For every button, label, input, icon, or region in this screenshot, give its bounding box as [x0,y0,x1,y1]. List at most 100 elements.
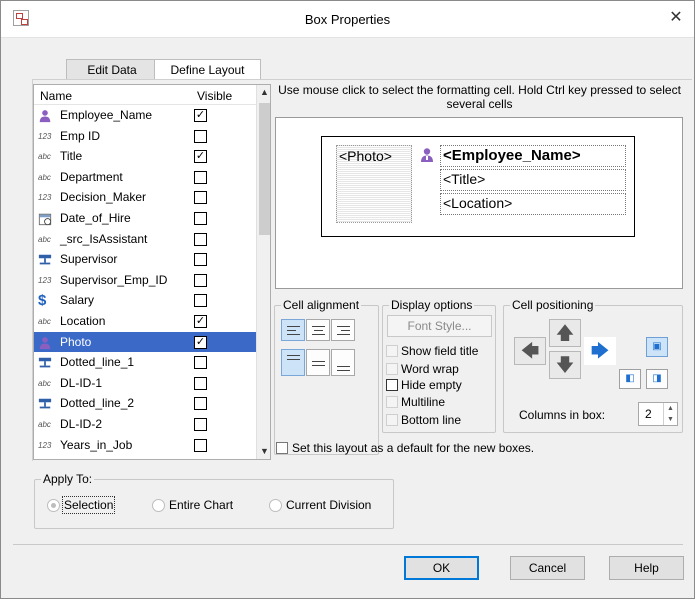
visible-checkbox[interactable] [194,191,207,205]
column-header-name[interactable]: Name [40,89,72,103]
visible-checkbox[interactable] [194,170,207,184]
columns-in-box-label: Columns in box: [519,408,606,422]
employee-name-cell[interactable]: <Employee_Name> [440,145,626,167]
text-type-icon: abc [38,419,51,429]
field-name: DL-ID-1 [60,375,103,390]
align-center-icon[interactable] [306,319,330,341]
field-row[interactable]: Dotted_line_2 [34,393,256,414]
scroll-down-icon[interactable]: ▼ [257,444,270,459]
field-row[interactable]: abc Department [34,167,256,188]
span-cell-icon[interactable]: ▣ [646,337,668,357]
visible-checkbox[interactable] [194,356,207,370]
field-row[interactable]: Employee_Name ✓ [34,105,256,126]
text-type-icon: abc [38,378,51,388]
text-type-icon: abc [38,234,51,244]
visible-checkbox[interactable]: ✓ [194,314,207,328]
field-row[interactable]: abc DL-ID-1 [34,373,256,394]
cancel-button[interactable]: Cancel [510,556,585,580]
move-left-arrow-icon[interactable]: 🡄 [514,337,546,365]
title-cell[interactable]: <Title> [440,169,626,191]
apply-to-title: Apply To: [41,472,95,486]
field-list-scrollbar[interactable]: ▲ ▼ [256,85,270,459]
spinner-arrows-icon[interactable]: ▲ ▼ [663,403,677,425]
org-link-icon [38,356,56,369]
cell-alignment-title: Cell alignment [281,298,362,312]
visible-checkbox[interactable] [194,129,207,143]
location-cell[interactable]: <Location> [440,193,626,215]
radio-current-division-label: Current Division [286,498,372,512]
field-name: Title [60,149,83,164]
checkbox-icon [386,345,398,357]
box-layout: <Photo> <Employee_Name> <Title> <Locatio… [321,136,635,237]
field-name: Decision_Maker [60,190,147,205]
radio-icon [269,499,282,512]
align-right-icon[interactable] [331,319,355,341]
visible-checkbox[interactable] [194,376,207,390]
close-icon[interactable]: ✕ [668,9,684,27]
field-name: Dotted_line_2 [60,396,135,411]
visible-checkbox[interactable] [194,211,207,225]
number-type-icon: 123 [38,131,52,141]
visible-checkbox[interactable]: ✓ [194,109,207,122]
cell-right-layout-icon[interactable]: ◨ [646,369,668,389]
font-style-button[interactable]: Font Style... [387,315,492,337]
columns-value: 2 [645,407,652,421]
box-properties-dialog: Box Properties ✕ Edit Data Define Layout… [0,0,695,599]
field-row[interactable]: Photo ✓ [34,331,256,353]
layout-preview: <Photo> <Employee_Name> <Title> <Locatio… [275,117,683,289]
field-row[interactable]: 123 Supervisor_Emp_ID [34,270,256,291]
visible-checkbox[interactable] [194,438,207,452]
field-row[interactable]: 123 Years_in_Job [34,435,256,456]
tab-define-layout[interactable]: Define Layout [154,59,261,80]
tab-edit-data[interactable]: Edit Data [66,59,158,80]
valign-middle-icon[interactable] [306,349,330,376]
visible-checkbox[interactable]: ✓ [194,335,207,349]
visible-checkbox[interactable] [194,232,207,246]
field-row[interactable]: abc DL-ID-2 [34,414,256,435]
photo-cell[interactable]: <Photo> [336,145,412,223]
title-bar: Box Properties ✕ [1,1,694,38]
org-link-icon [38,253,56,266]
columns-in-box-stepper[interactable]: 2 ▲ ▼ [638,402,678,426]
move-down-arrow-icon[interactable]: 🡇 [549,351,581,379]
field-row[interactable]: Date_of_Hire [34,208,256,229]
field-row[interactable]: $ Salary [34,290,256,311]
field-name: Photo [60,334,92,349]
move-right-arrow-icon[interactable]: 🡆 [584,337,616,365]
person-icon [38,109,56,123]
layout-instruction: Use mouse click to select the formatting… [278,83,681,111]
visible-checkbox[interactable] [194,397,207,411]
field-name: DL-ID-2 [60,416,103,431]
visible-checkbox[interactable]: ✓ [194,150,207,164]
visible-checkbox[interactable] [194,253,207,267]
column-header-visible[interactable]: Visible [197,89,232,103]
field-rows: Employee_Name ✓ 123 Emp ID abc Title ✓ abc Depar… [34,105,256,455]
visible-checkbox[interactable] [194,273,207,287]
cell-left-layout-icon[interactable]: ◧ [619,369,641,389]
show-field-title-label: Show field title [401,344,479,358]
field-row[interactable]: 123 Decision_Maker [34,187,256,208]
valign-bottom-icon[interactable] [331,349,355,376]
field-row[interactable]: abc Location ✓ [34,311,256,332]
valign-top-icon[interactable] [281,349,305,376]
field-row[interactable]: abc Title ✓ [34,146,256,167]
visible-checkbox[interactable] [194,294,207,308]
text-type-icon: abc [38,316,51,326]
help-button[interactable]: Help [609,556,684,580]
radio-icon [47,499,60,512]
field-row[interactable]: abc _src_IsAssistant [34,229,256,250]
ok-button[interactable]: OK [404,556,479,580]
field-row[interactable]: Supervisor [34,249,256,270]
calendar-icon [38,212,56,226]
field-row[interactable]: Dotted_line_1 [34,352,256,373]
align-left-icon[interactable] [281,319,305,341]
bottom-line-label: Bottom line [401,413,462,427]
field-name: Date_of_Hire [60,210,131,225]
field-list[interactable]: Name Visible Employee_Name ✓ 123 Emp ID abc T… [33,84,271,460]
scroll-thumb[interactable] [259,103,270,235]
scroll-up-icon[interactable]: ▲ [257,85,270,100]
field-row[interactable]: 123 Emp ID [34,126,256,147]
visible-checkbox[interactable] [194,417,207,431]
field-name: Emp ID [60,128,101,143]
move-up-arrow-icon[interactable]: 🡅 [549,319,581,347]
